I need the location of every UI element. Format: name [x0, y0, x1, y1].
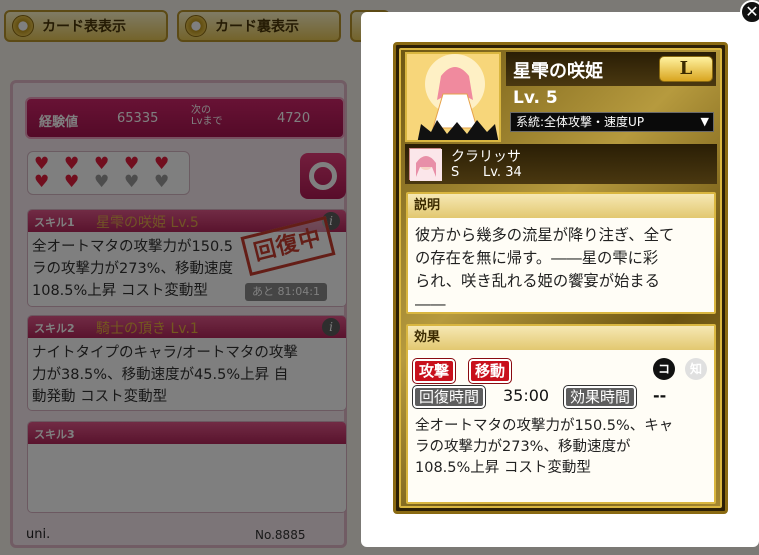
move-tag: 移動 [467, 358, 513, 384]
character-portrait [405, 52, 501, 142]
system-select[interactable]: 系統:全体攻撃・速度UP ▼ [510, 112, 714, 132]
effect-line: 108.5%上昇 コスト変動型 [415, 460, 591, 476]
portrait-image [407, 54, 499, 140]
intelligence-icon: 知 [685, 358, 707, 380]
effect-duration-label: 効果時間 [562, 385, 638, 409]
effect-line: 全オートマタの攻撃力が150.5%、キャ [415, 418, 674, 434]
effect-duration-value: -- [653, 386, 667, 405]
close-icon: ✕ [745, 2, 759, 21]
card-level: Lv. 5 [513, 88, 558, 108]
cost-icon: コ [653, 358, 675, 380]
close-button[interactable]: ✕ [740, 0, 759, 24]
sub-character-rank: S [451, 165, 460, 180]
attack-tag: 攻撃 [411, 358, 457, 384]
description-box: 説明 彼方から幾多の流星が降り注ぎ、全て の存在を無に帰す。――星の雫に彩 られ… [406, 192, 716, 314]
recovery-time-value: 35:00 [503, 386, 550, 405]
rarity-badge: L [659, 56, 713, 82]
card-name: 星雫の咲姫 [513, 61, 603, 82]
recovery-time-label: 回復時間 [411, 385, 487, 409]
sub-character-name: クラリッサ [451, 149, 521, 165]
effect-title: 効果 [408, 326, 714, 350]
dropdown-arrow-icon: ▼ [700, 115, 709, 128]
sub-character-avatar [409, 148, 442, 181]
system-select-value: 系統:全体攻撃・速度UP [516, 115, 645, 129]
effect-line: ラの攻撃力が273%、移動速度が [415, 439, 631, 455]
description-line: ―― [415, 295, 446, 313]
sub-character-level: Lv. 34 [483, 165, 522, 180]
description-line: 彼方から幾多の流星が降り注ぎ、全て [415, 226, 675, 244]
effect-text: 全オートマタの攻撃力が150.5%、キャ ラの攻撃力が273%、移動速度が 10… [415, 416, 711, 479]
description-line: られ、咲き乱れる姫の饗宴が始まる [415, 272, 660, 290]
description-title: 説明 [408, 194, 714, 218]
description-line: の存在を無に帰す。――星の雫に彩 [415, 249, 659, 267]
